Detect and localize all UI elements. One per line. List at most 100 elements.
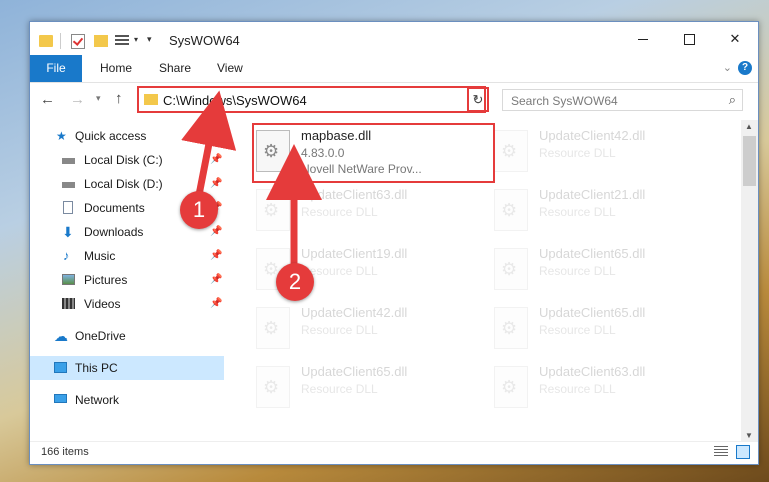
expand-ribbon-icon[interactable]: ⌄ xyxy=(723,61,732,74)
file-item[interactable]: UpdateClient42.dll Resource DLL xyxy=(248,301,476,357)
up-arrow-icon[interactable]: ↑ xyxy=(115,90,123,107)
videos-icon xyxy=(62,298,75,309)
toolbar-divider xyxy=(60,33,61,49)
customize-toolbar-icon[interactable]: ▾ xyxy=(147,34,152,50)
file-name: UpdateClient21.dll xyxy=(539,187,646,202)
chevron-down-icon[interactable]: ▾ xyxy=(134,35,138,51)
file-description: Resource DLL xyxy=(539,264,616,278)
file-item[interactable]: UpdateClient65.dll Resource DLL xyxy=(486,242,714,298)
file-name: UpdateClient19.dll xyxy=(301,246,408,261)
ribbon-tabs: File Home Share View ⌄ ? xyxy=(30,55,758,83)
sidebar-item-videos[interactable]: Videos 📌 xyxy=(30,292,224,316)
tab-view[interactable]: View xyxy=(217,55,243,82)
file-description: Resource DLL xyxy=(301,323,378,337)
maximize-button[interactable] xyxy=(666,22,712,55)
file-highlight-box xyxy=(252,123,495,183)
explorer-window: ▾ ▾ SysWOW64 ✕ File Home Share View ⌄ ? … xyxy=(29,21,759,465)
file-item[interactable]: UpdateClient65.dll Resource DLL xyxy=(248,360,476,416)
vertical-scrollbar[interactable]: ▲ ▼ xyxy=(741,120,758,442)
sidebar-item-music[interactable]: ♪ Music 📌 xyxy=(30,244,224,268)
tab-home[interactable]: Home xyxy=(100,55,132,82)
download-icon: ⬇ xyxy=(62,224,74,240)
dll-file-icon xyxy=(494,366,528,408)
pin-icon[interactable]: 📌 xyxy=(210,292,222,316)
dll-file-icon xyxy=(256,307,290,349)
minimize-button[interactable] xyxy=(620,22,666,55)
file-name: UpdateClient65.dll xyxy=(301,364,408,379)
file-description: Resource DLL xyxy=(301,205,378,219)
file-name: UpdateClient65.dll xyxy=(539,246,646,261)
file-item[interactable]: UpdateClient63.dll Resource DLL xyxy=(248,183,476,239)
large-icons-view-icon[interactable] xyxy=(736,445,750,459)
sidebar-item-this-pc[interactable]: This PC xyxy=(30,356,224,380)
dll-file-icon xyxy=(494,189,528,231)
scroll-down-icon[interactable]: ▼ xyxy=(745,431,753,440)
address-toolbar: ← → ▾ ↑ C:\Windows\SysWOW64 ⌄ ↻ ⌕ xyxy=(30,83,758,117)
file-name: UpdateClient42.dll xyxy=(301,305,408,320)
star-icon: ★ xyxy=(56,129,67,143)
dll-file-icon xyxy=(494,248,528,290)
file-description: Resource DLL xyxy=(539,382,616,396)
navigation-pane: ★ Quick access Local Disk (C:) 📌 Local D… xyxy=(30,120,224,438)
pin-icon[interactable]: 📌 xyxy=(210,172,222,196)
file-item[interactable]: UpdateClient63.dll Resource DLL xyxy=(486,360,714,416)
step-badge-1: 1 xyxy=(180,191,218,229)
new-folder-icon[interactable] xyxy=(94,35,108,47)
file-description: Resource DLL xyxy=(301,382,378,396)
minimize-icon xyxy=(638,39,648,41)
maximize-icon xyxy=(683,34,695,46)
file-item[interactable]: UpdateClient42.dll Resource DLL xyxy=(486,124,714,180)
address-path[interactable]: C:\Windows\SysWOW64 xyxy=(163,93,307,108)
properties-icon[interactable] xyxy=(115,35,129,47)
forward-arrow-icon[interactable]: → xyxy=(70,91,85,108)
help-icon[interactable]: ? xyxy=(738,61,752,75)
search-input[interactable] xyxy=(509,93,713,109)
cloud-icon: ☁ xyxy=(54,328,68,344)
window-title: SysWOW64 xyxy=(169,33,240,48)
recent-locations-icon[interactable]: ▾ xyxy=(96,93,101,104)
refresh-button[interactable]: ↻ xyxy=(467,87,489,112)
network-icon xyxy=(54,394,67,403)
folder-icon xyxy=(144,94,158,105)
drive-icon xyxy=(62,182,75,188)
file-name: UpdateClient63.dll xyxy=(301,187,408,202)
file-description: Resource DLL xyxy=(539,323,616,337)
file-item[interactable]: UpdateClient65.dll Resource DLL xyxy=(486,301,714,357)
pin-icon[interactable]: 📌 xyxy=(210,148,222,172)
close-button[interactable]: ✕ xyxy=(712,22,758,55)
item-count: 166 items xyxy=(41,446,89,458)
file-item[interactable]: UpdateClient21.dll Resource DLL xyxy=(486,183,714,239)
documents-icon xyxy=(63,201,73,214)
file-name: UpdateClient42.dll xyxy=(539,128,646,143)
scroll-up-icon[interactable]: ▲ xyxy=(745,122,753,131)
search-box[interactable]: ⌕ xyxy=(502,89,743,111)
title-bar: ▾ ▾ SysWOW64 ✕ xyxy=(30,22,758,55)
pin-icon[interactable]: 📌 xyxy=(210,244,222,268)
dll-file-icon xyxy=(494,130,528,172)
sidebar-item-quick-access[interactable]: ★ Quick access xyxy=(30,124,224,148)
tab-share[interactable]: Share xyxy=(159,55,191,82)
file-description: Resource DLL xyxy=(539,205,616,219)
dll-file-icon xyxy=(494,307,528,349)
sidebar-item-pictures[interactable]: Pictures 📌 xyxy=(30,268,224,292)
tab-file[interactable]: File xyxy=(30,55,82,82)
search-icon[interactable]: ⌕ xyxy=(729,92,736,108)
file-name: UpdateClient63.dll xyxy=(539,364,646,379)
computer-icon xyxy=(54,362,67,373)
scroll-thumb[interactable] xyxy=(743,136,756,186)
address-bar[interactable]: C:\Windows\SysWOW64 ⌄ xyxy=(137,86,486,113)
details-view-icon[interactable] xyxy=(714,446,728,458)
pictures-icon xyxy=(62,274,75,285)
pin-icon[interactable]: 📌 xyxy=(210,268,222,292)
step-badge-2: 2 xyxy=(276,263,314,301)
drive-icon xyxy=(62,158,75,164)
status-bar: 166 items xyxy=(30,441,758,464)
back-arrow-icon[interactable]: ← xyxy=(40,91,55,108)
file-name: UpdateClient65.dll xyxy=(539,305,646,320)
dll-file-icon xyxy=(256,189,290,231)
sidebar-item-onedrive[interactable]: ☁ OneDrive xyxy=(30,324,224,348)
sidebar-item-network[interactable]: Network xyxy=(30,388,224,412)
folder-icon xyxy=(39,35,53,47)
properties-check-icon[interactable] xyxy=(71,34,85,49)
sidebar-item-local-disk-c[interactable]: Local Disk (C:) 📌 xyxy=(30,148,224,172)
